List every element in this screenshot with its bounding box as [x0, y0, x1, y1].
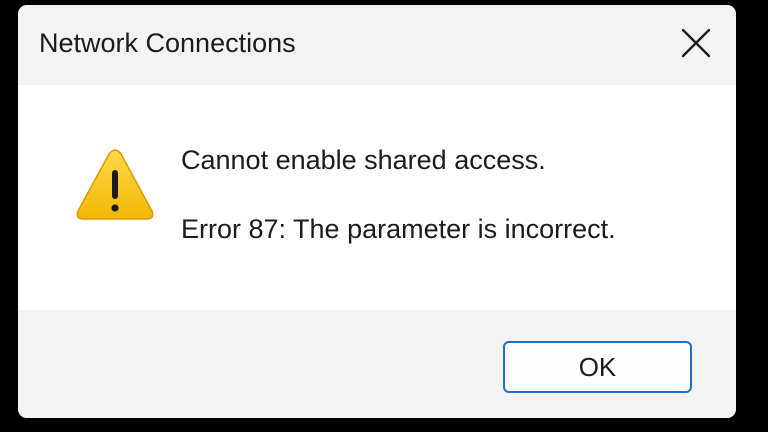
- close-icon: [681, 28, 711, 58]
- error-detail: Error 87: The parameter is incorrect.: [181, 214, 616, 244]
- button-bar: OK: [18, 310, 736, 418]
- ok-button[interactable]: OK: [503, 341, 692, 393]
- title-bar: Network Connections: [18, 5, 736, 85]
- warning-icon: [76, 149, 154, 220]
- dialog-content: Cannot enable shared access. Error 87: T…: [18, 85, 736, 310]
- message-text: Cannot enable shared access. Error 87: T…: [181, 145, 616, 249]
- network-connections-dialog: Network Connections Cannot enable shared…: [18, 5, 736, 418]
- dialog-title: Network Connections: [39, 28, 296, 58]
- close-button[interactable]: [658, 5, 736, 81]
- error-message: Cannot enable shared access.: [181, 145, 546, 175]
